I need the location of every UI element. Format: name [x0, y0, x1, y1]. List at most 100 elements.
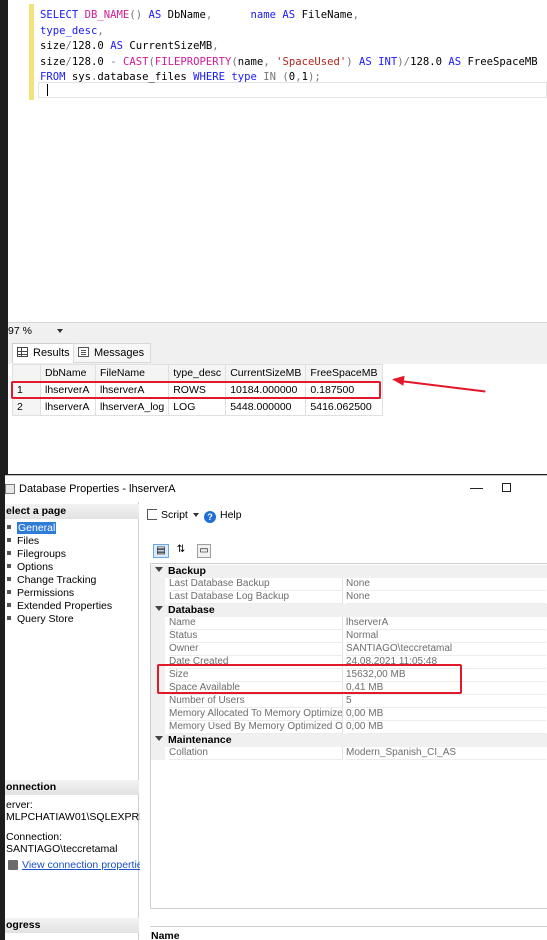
help-button[interactable]: ? Help — [204, 509, 242, 523]
property-value[interactable]: lhserverA — [346, 617, 546, 630]
property-value[interactable]: 0,00 MB — [346, 721, 546, 734]
property-row[interactable]: Memory Allocated To Memory Optimized Obj… — [151, 708, 547, 721]
code-line[interactable]: size/128.0 - CAST(FILEPROPERTY(name, 'Sp… — [40, 55, 538, 71]
dialog-toolbar: Script ? Help — [140, 502, 547, 528]
property-row[interactable]: Last Database Log Backup None — [151, 591, 547, 604]
property-name: Status — [169, 630, 343, 643]
page-item-query-store[interactable]: Query Store — [7, 613, 74, 625]
code-line[interactable]: type_desc, — [40, 24, 538, 40]
sql-editor[interactable]: SELECT DB_NAME() AS DbName, name AS File… — [8, 0, 547, 322]
page-item-options[interactable]: Options — [7, 561, 53, 573]
column-header-type-desc[interactable]: type_desc — [168, 364, 227, 382]
minimize-button[interactable]: — — [470, 480, 483, 495]
category-label: Maintenance — [168, 734, 232, 746]
property-row[interactable]: Number of Users 5 — [151, 695, 547, 708]
zoom-level[interactable]: 97 % — [8, 325, 32, 337]
collapse-icon[interactable] — [155, 736, 163, 741]
property-value[interactable]: 0,00 MB — [346, 708, 546, 721]
code-line[interactable]: FROM sys.database_files WHERE type IN (0… — [40, 70, 538, 86]
property-row[interactable]: Collation Modern_Spanish_CI_AS — [151, 747, 547, 760]
database-properties-icon — [5, 484, 15, 494]
page-item-permissions[interactable]: Permissions — [7, 587, 74, 599]
code-token: size — [40, 40, 66, 53]
collapse-icon[interactable] — [155, 606, 163, 611]
cell-filename[interactable]: lhserverA_log — [94, 398, 170, 416]
row-number-header[interactable] — [12, 364, 41, 382]
column-header-dbname[interactable]: DbName — [40, 364, 96, 382]
zoom-dropdown-icon[interactable] — [57, 329, 63, 333]
row-indent — [151, 747, 165, 760]
property-value[interactable]: None — [346, 591, 546, 604]
code-token: AS — [110, 40, 130, 53]
code-token: IN — [263, 71, 283, 84]
page-item-filegroups[interactable]: Filegroups — [7, 548, 66, 560]
maximize-button[interactable] — [502, 483, 511, 492]
tab-messages[interactable]: Messages — [73, 343, 152, 363]
table-row[interactable]: 2 lhserverA lhserverA_log LOG 5448.00000… — [12, 398, 383, 416]
row-indent — [151, 578, 165, 591]
property-category-maintenance[interactable]: Maintenance — [151, 734, 547, 747]
code-line[interactable]: SELECT DB_NAME() AS DbName, name AS File… — [40, 8, 538, 24]
page-item-files[interactable]: Files — [7, 535, 39, 547]
property-row[interactable]: Last Database Backup None — [151, 578, 547, 591]
code-token: name — [237, 55, 264, 68]
cell-dbname[interactable]: lhserverA — [40, 398, 96, 416]
dialog-titlebar[interactable]: Database Properties - lhserverA — — [5, 476, 547, 502]
editor-zoom-bar: 97 % — [8, 322, 547, 340]
page-item-label: Query Store — [17, 613, 74, 625]
code-line-empty[interactable] — [40, 86, 538, 102]
code-token: , — [205, 9, 251, 21]
property-value[interactable]: Modern_Spanish_CI_AS — [346, 747, 546, 760]
page-item-label: Change Tracking — [17, 574, 97, 586]
categorized-icon[interactable]: ▤ — [153, 544, 169, 558]
property-name: Owner — [169, 643, 343, 656]
sql-code[interactable]: SELECT DB_NAME() AS DbName, name AS File… — [40, 8, 538, 102]
cell-currentsizemb[interactable]: 5448.000000 — [225, 398, 307, 416]
results-header-row: DbName FileName type_desc CurrentSizeMB … — [12, 364, 383, 382]
page-item-label: Filegroups — [17, 548, 67, 560]
cell-freespacemb[interactable]: 5416.062500 — [305, 398, 383, 416]
property-row[interactable]: Name lhserverA — [151, 617, 547, 630]
property-category-backup[interactable]: Backup — [151, 565, 547, 578]
red-highlight-size-space — [157, 664, 462, 694]
code-token: , — [212, 40, 219, 53]
tab-results[interactable]: Results — [12, 343, 77, 363]
property-pages-icon[interactable]: ▭ — [197, 544, 211, 558]
property-row[interactable]: Owner SANTIAGO\teccretamal — [151, 643, 547, 656]
page-item-extended-properties[interactable]: Extended Properties — [7, 600, 112, 612]
collapse-icon[interactable] — [155, 567, 163, 572]
row-number[interactable]: 2 — [12, 398, 41, 416]
column-header-freespacemb[interactable]: FreeSpaceMB — [305, 364, 383, 382]
property-value[interactable]: 5 — [346, 695, 546, 708]
select-page-header: elect a page — [5, 504, 139, 519]
code-token: FROM — [40, 71, 72, 84]
page-item-change-tracking[interactable]: Change Tracking — [7, 574, 96, 586]
alphabetical-sort-icon[interactable]: ⇅ — [173, 544, 189, 558]
view-connection-properties-link[interactable]: View connection properties — [8, 859, 148, 871]
property-grid[interactable]: Backup Last Database Backup None Last Datab… — [150, 563, 547, 909]
code-token: 'SpaceUsed' — [276, 55, 347, 68]
property-category-database[interactable]: Database — [151, 604, 547, 617]
page-item-general[interactable]: General — [7, 522, 57, 534]
page-bullet-icon — [7, 577, 11, 581]
property-value[interactable]: SANTIAGO\teccretamal — [346, 643, 546, 656]
property-name: Last Database Log Backup — [169, 591, 343, 604]
script-button[interactable]: Script — [147, 509, 199, 521]
row-indent — [151, 695, 165, 708]
property-value[interactable]: Normal — [346, 630, 546, 643]
code-token: ); — [307, 71, 321, 84]
column-header-currentsizemb[interactable]: CurrentSizeMB — [225, 364, 307, 382]
chevron-down-icon[interactable] — [192, 513, 199, 517]
property-row[interactable]: Memory Used By Memory Optimized Objects0… — [151, 721, 547, 734]
code-token: size — [40, 55, 66, 68]
code-line[interactable]: size/128.0 AS CurrentSizeMB, — [40, 39, 538, 55]
code-token: AS — [359, 55, 379, 68]
tab-messages-label: Messages — [94, 347, 145, 359]
property-value[interactable]: None — [346, 578, 546, 591]
connection-header: onnection — [5, 780, 139, 795]
code-token: , — [97, 24, 104, 37]
cell-type-desc[interactable]: LOG — [168, 398, 227, 416]
server-label: erver: — [6, 799, 33, 811]
property-row[interactable]: Status Normal — [151, 630, 547, 643]
column-header-filename[interactable]: FileName — [94, 364, 170, 382]
